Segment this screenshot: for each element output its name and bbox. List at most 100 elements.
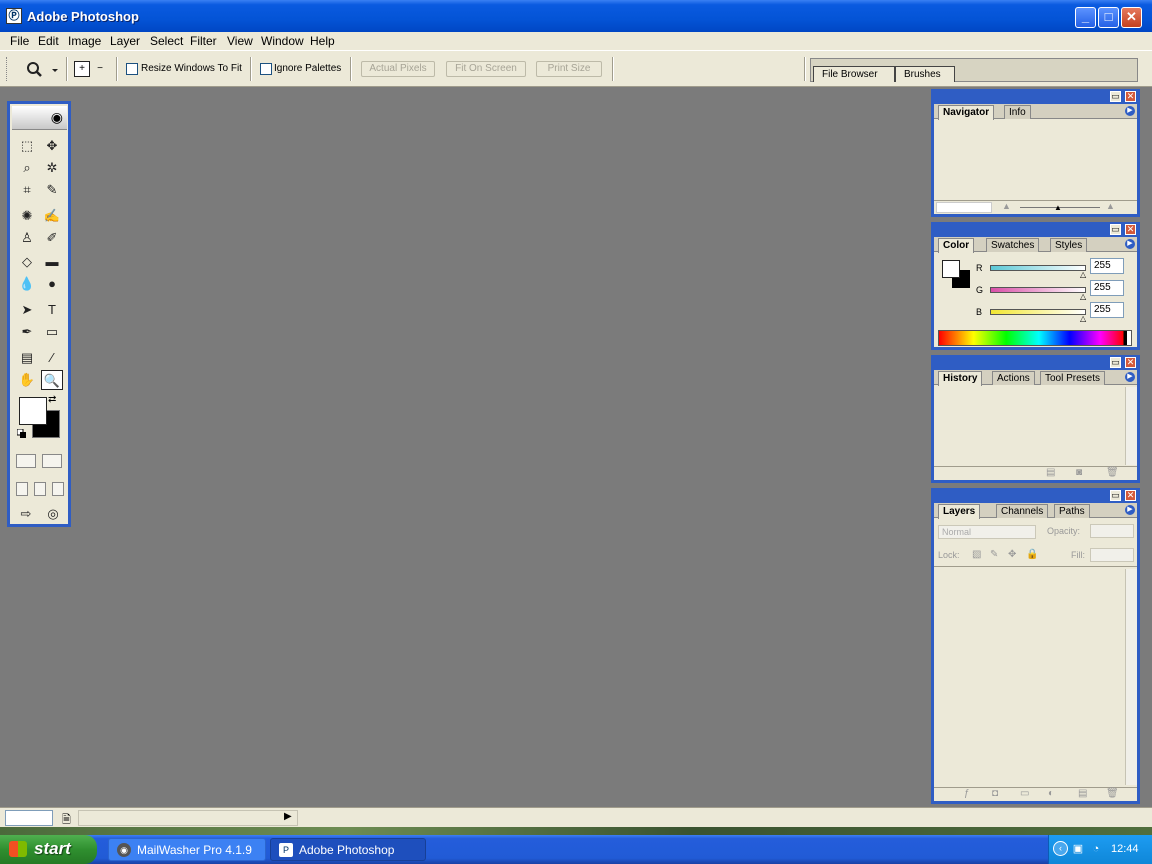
tab-swatches[interactable]: Swatches (986, 238, 1040, 252)
navigator-zoom-thumb[interactable]: ▲ (1054, 203, 1062, 212)
ignore-palettes-checkbox[interactable] (260, 63, 272, 75)
lock-position-icon[interactable]: ✥ (1008, 549, 1016, 560)
tab-layers[interactable]: Layers (938, 504, 981, 519)
full-screen-mode-button[interactable] (52, 482, 64, 496)
tool-preset-picker[interactable] (22, 60, 62, 80)
blend-mode-select[interactable]: Normal (938, 525, 1036, 539)
minimize-button[interactable]: _ (1075, 7, 1096, 28)
print-size-button[interactable]: Print Size (536, 61, 602, 77)
new-set-icon[interactable]: ▭ (1020, 788, 1029, 799)
history-scrollbar[interactable] (1125, 387, 1137, 465)
actual-pixels-button[interactable]: Actual Pixels (361, 61, 435, 77)
palette-close-button[interactable]: ✕ (1125, 224, 1136, 235)
eyedropper-tool[interactable]: ⁄ (41, 348, 63, 368)
standard-screen-mode-button[interactable] (16, 482, 28, 496)
blue-slider[interactable] (990, 309, 1086, 315)
zoom-out-button[interactable]: − (92, 61, 108, 77)
imageready-icon[interactable]: ◎ (41, 504, 65, 524)
photoshop-app-icon[interactable]: Ⓟ (6, 8, 22, 24)
foreground-color-swatch[interactable] (19, 397, 47, 425)
task-adobe-photoshop[interactable]: P Adobe Photoshop (270, 838, 426, 861)
default-colors-icon[interactable] (17, 429, 27, 439)
crop-tool[interactable]: ⌗ (16, 180, 38, 200)
navigator-zoom-field[interactable] (936, 202, 992, 213)
magic-wand-tool[interactable]: ✲ (41, 158, 63, 178)
close-button[interactable]: ✕ (1121, 7, 1142, 28)
palette-minimize-button[interactable]: ▭ (1110, 357, 1121, 368)
red-slider-thumb[interactable]: △ (1080, 270, 1086, 279)
history-brush-tool[interactable]: ✐ (41, 228, 63, 248)
zoom-out-small-icon[interactable]: ▲ (1002, 201, 1011, 211)
slice-tool[interactable]: ✎ (41, 180, 63, 200)
status-menu-arrow-icon[interactable]: ▶ (284, 811, 292, 822)
zoom-in-small-icon[interactable]: ▲ (1106, 201, 1115, 211)
color-foreground-swatch[interactable] (942, 260, 960, 278)
tab-tool-presets[interactable]: Tool Presets (1040, 371, 1106, 385)
dodge-tool[interactable]: ● (41, 274, 63, 294)
path-selection-tool[interactable]: ➤ (16, 300, 38, 320)
red-value-field[interactable]: 255 (1090, 258, 1124, 274)
task-mailwasher[interactable]: ◉ MailWasher Pro 4.1.9 (108, 838, 266, 861)
brushes-tab[interactable]: Brushes (895, 66, 955, 82)
rectangle-tool[interactable]: ▭ (41, 322, 63, 342)
lasso-tool[interactable]: ⌕ (16, 158, 38, 178)
blue-value-field[interactable]: 255 (1090, 302, 1124, 318)
rectangular-marquee-tool[interactable]: ⬚ (16, 136, 38, 156)
move-tool[interactable]: ✥ (41, 136, 63, 156)
layers-scrollbar[interactable] (1125, 569, 1137, 785)
maximize-button[interactable]: □ (1098, 7, 1119, 28)
volume-icon[interactable]: ◔ (1089, 842, 1103, 856)
lock-image-icon[interactable]: ✎ (990, 549, 998, 560)
green-slider-thumb[interactable]: △ (1080, 292, 1086, 301)
jump-to-imageready-icon[interactable]: ⇨ (14, 504, 38, 524)
full-screen-menu-mode-button[interactable] (34, 482, 46, 496)
palette-minimize-button[interactable]: ▭ (1110, 490, 1121, 501)
opacity-field[interactable] (1090, 524, 1134, 538)
snapshot-icon[interactable]: ◙ (1076, 467, 1082, 478)
menu-image[interactable]: Image (68, 34, 101, 48)
lock-transparency-icon[interactable]: ▧ (972, 549, 981, 560)
tab-paths[interactable]: Paths (1054, 504, 1090, 518)
menu-select[interactable]: Select (150, 34, 183, 48)
brush-tool[interactable]: ✍ (41, 206, 63, 226)
tab-history[interactable]: History (938, 371, 983, 386)
delete-layer-icon[interactable]: 🗑 (1106, 788, 1119, 799)
healing-brush-tool[interactable]: ✺ (16, 206, 38, 226)
tab-navigator[interactable]: Navigator (938, 105, 995, 120)
blue-slider-thumb[interactable]: △ (1080, 314, 1086, 323)
palette-close-button[interactable]: ✕ (1125, 357, 1136, 368)
menu-layer[interactable]: Layer (110, 34, 140, 48)
new-layer-icon[interactable]: ▤ (1078, 788, 1087, 799)
layer-style-icon[interactable]: ƒ (964, 788, 970, 799)
palette-menu-icon[interactable]: ▶ (1125, 372, 1135, 382)
quick-mask-mode-button[interactable] (42, 454, 62, 468)
fit-on-screen-button[interactable]: Fit On Screen (446, 61, 526, 77)
file-browser-tab[interactable]: File Browser (813, 66, 895, 82)
hand-tool[interactable]: ✋ (16, 370, 38, 390)
clone-stamp-tool[interactable]: ♙ (16, 228, 38, 248)
resize-windows-checkbox[interactable] (126, 63, 138, 75)
red-slider[interactable] (990, 265, 1086, 271)
menu-view[interactable]: View (227, 34, 253, 48)
adjustment-layer-icon[interactable]: ◐ (1048, 788, 1054, 799)
tab-info[interactable]: Info (1004, 105, 1031, 119)
menu-file[interactable]: File (10, 34, 29, 48)
options-bar-grip[interactable] (6, 57, 9, 81)
swap-colors-icon[interactable]: ⇄ (48, 394, 56, 405)
menu-filter[interactable]: Filter (190, 34, 217, 48)
notes-tool[interactable]: ▤ (16, 348, 38, 368)
gradient-tool[interactable]: ▬ (41, 252, 63, 272)
layer-mask-icon[interactable]: ◘ (992, 788, 998, 799)
blur-tool[interactable]: 💧 (16, 274, 38, 294)
zoom-tool[interactable]: 🔍 (41, 370, 63, 390)
menu-help[interactable]: Help (310, 34, 335, 48)
tab-color[interactable]: Color (938, 238, 975, 253)
color-ramp[interactable] (938, 330, 1132, 346)
trash-icon[interactable]: 🗑 (1106, 467, 1119, 478)
zoom-in-button[interactable]: + (74, 61, 90, 77)
green-slider[interactable] (990, 287, 1086, 293)
show-hidden-icons-button[interactable]: ‹ (1053, 841, 1068, 856)
eraser-tool[interactable]: ◇ (16, 252, 38, 272)
tab-styles[interactable]: Styles (1050, 238, 1088, 252)
palette-menu-icon[interactable]: ▶ (1125, 106, 1135, 116)
